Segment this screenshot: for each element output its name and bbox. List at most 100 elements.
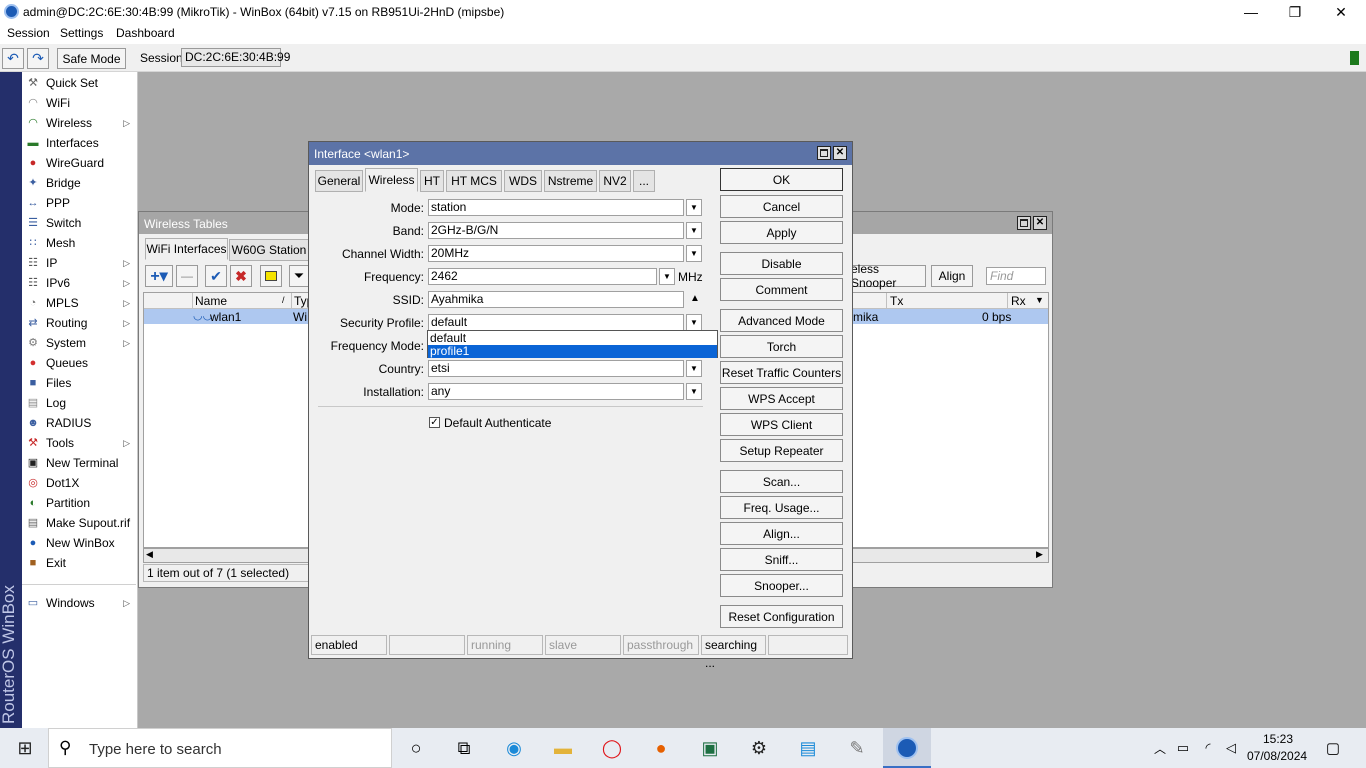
sidebar-item-bridge[interactable]: ✦ Bridge bbox=[22, 173, 136, 193]
tab-nv2[interactable]: NV2 bbox=[599, 170, 631, 192]
installation-field[interactable]: any bbox=[428, 383, 684, 400]
country-field[interactable]: etsi bbox=[428, 360, 684, 377]
security-profile-field[interactable]: default bbox=[428, 314, 684, 331]
undo-icon[interactable]: ↶ bbox=[2, 48, 24, 69]
volume-icon[interactable]: ◁ bbox=[1218, 736, 1244, 760]
column-rx[interactable]: Rx bbox=[1007, 293, 1033, 309]
snooper-button[interactable]: Snooper... bbox=[720, 574, 843, 597]
tab-wds[interactable]: WDS bbox=[504, 170, 542, 192]
enable-icon[interactable]: ✔ bbox=[205, 265, 227, 287]
sidebar-item-queues[interactable]: ● Queues bbox=[22, 353, 136, 373]
sidebar-item-mpls[interactable]: ◔ MPLS ▷ bbox=[22, 293, 136, 313]
cancel-button[interactable]: Cancel bbox=[720, 195, 843, 218]
sidebar-item-ppp[interactable]: ↔ PPP bbox=[22, 193, 136, 213]
remote-desktop-icon[interactable]: ▤ bbox=[795, 736, 821, 760]
apply-button[interactable]: Apply bbox=[720, 221, 843, 244]
clock-date[interactable]: 07/08/2024 bbox=[1247, 749, 1307, 763]
sidebar-item-ipv6[interactable]: ☷ IPv6 ▷ bbox=[22, 273, 136, 293]
clock-time[interactable]: 15:23 bbox=[1263, 732, 1293, 746]
freq-usage-button[interactable]: Freq. Usage... bbox=[720, 496, 843, 519]
sidebar-item-wireless[interactable]: ◠ Wireless ▷ bbox=[22, 113, 136, 133]
sidebar-item-windows[interactable]: ▭ Windows ▷ bbox=[22, 593, 136, 613]
winbox-taskbar-button[interactable] bbox=[883, 728, 931, 768]
notifications-icon[interactable]: ▢ bbox=[1320, 736, 1346, 760]
sidebar-item-mesh[interactable]: ∷ Mesh bbox=[22, 233, 136, 253]
file-explorer-icon[interactable]: ▬ bbox=[550, 736, 576, 760]
sidebar-item-make-supout-rif[interactable]: ▤ Make Supout.rif bbox=[22, 513, 136, 533]
edge-icon[interactable]: ◉ bbox=[501, 736, 527, 760]
installation-dropdown-icon[interactable]: ▼ bbox=[686, 383, 702, 400]
country-dropdown-icon[interactable]: ▼ bbox=[686, 360, 702, 377]
sidebar-item-wifi[interactable]: ◠ WiFi bbox=[22, 93, 136, 113]
band-field[interactable]: 2GHz-B/G/N bbox=[428, 222, 684, 239]
scroll-left-icon[interactable]: ◀ bbox=[146, 549, 153, 560]
sidebar-item-tools[interactable]: ⚒ Tools ▷ bbox=[22, 433, 136, 453]
scan-button[interactable]: Scan... bbox=[720, 470, 843, 493]
sidebar-item-new-winbox[interactable]: ● New WinBox bbox=[22, 533, 136, 553]
tab-wifi-interfaces[interactable]: WiFi Interfaces bbox=[145, 238, 228, 260]
setup-repeater-button[interactable]: Setup Repeater bbox=[720, 439, 843, 462]
sidebar-item-files[interactable]: ■ Files bbox=[22, 373, 136, 393]
opera-icon[interactable]: ◯ bbox=[599, 736, 625, 760]
tab-more[interactable]: ... bbox=[633, 170, 655, 192]
sidebar-item-system[interactable]: ⚙ System ▷ bbox=[22, 333, 136, 353]
align-button[interactable]: Align bbox=[931, 265, 973, 287]
safe-mode-button[interactable]: Safe Mode bbox=[57, 48, 126, 69]
wireless-tables-close-icon[interactable]: ✕ bbox=[1033, 216, 1047, 230]
sidebar-item-log[interactable]: ▤ Log bbox=[22, 393, 136, 413]
taskbar-search-box[interactable]: ⚲ Type here to search bbox=[48, 728, 392, 768]
wireless-tables-maximize-icon[interactable] bbox=[1017, 216, 1031, 230]
frequency-field[interactable]: 2462 bbox=[428, 268, 657, 285]
security-profile-dropdown-icon[interactable]: ▼ bbox=[686, 314, 702, 331]
windows-start-icon[interactable]: ⊞ bbox=[12, 736, 38, 760]
tab-nstreme[interactable]: Nstreme bbox=[544, 170, 597, 192]
close-button[interactable]: ✕ bbox=[1318, 0, 1364, 24]
wireless-snooper-button[interactable]: eless Snooper bbox=[848, 262, 926, 290]
dialog-close-icon[interactable]: ✕ bbox=[833, 146, 847, 160]
channel-width-field[interactable]: 20MHz bbox=[428, 245, 684, 262]
mode-dropdown-icon[interactable]: ▼ bbox=[686, 199, 702, 216]
disable-icon[interactable]: ✖ bbox=[230, 265, 252, 287]
ssid-collapse-icon[interactable]: ▲ bbox=[690, 293, 700, 304]
sidebar-item-radius[interactable]: ☻ RADIUS bbox=[22, 413, 136, 433]
torch-button[interactable]: Torch bbox=[720, 335, 843, 358]
tab-general[interactable]: General bbox=[315, 170, 363, 192]
disable-button[interactable]: Disable bbox=[720, 252, 843, 275]
mode-field[interactable]: station bbox=[428, 199, 684, 216]
band-dropdown-icon[interactable]: ▼ bbox=[686, 222, 702, 239]
align-dialog-button[interactable]: Align... bbox=[720, 522, 843, 545]
maximize-button[interactable]: ❐ bbox=[1272, 0, 1318, 24]
channel-width-dropdown-icon[interactable]: ▼ bbox=[686, 245, 702, 262]
sidebar-item-ip[interactable]: ☷ IP ▷ bbox=[22, 253, 136, 273]
column-name[interactable]: Name bbox=[192, 293, 290, 309]
scroll-right-icon[interactable]: ▶ bbox=[1036, 549, 1043, 560]
wps-client-button[interactable]: WPS Client bbox=[720, 413, 843, 436]
tab-wireless[interactable]: Wireless bbox=[365, 168, 418, 192]
sidebar-item-switch[interactable]: ☰ Switch bbox=[22, 213, 136, 233]
tab-ht-mcs[interactable]: HT MCS bbox=[446, 170, 502, 192]
frequency-dropdown-icon[interactable]: ▼ bbox=[659, 268, 675, 285]
comment-icon[interactable] bbox=[260, 265, 282, 287]
option-profile1[interactable]: profile1 bbox=[428, 345, 717, 358]
default-authenticate-checkbox[interactable]: ✓ bbox=[429, 417, 440, 428]
columns-dropdown-icon[interactable]: ▼ bbox=[1035, 295, 1044, 305]
interface-dialog-titlebar[interactable]: Interface <wlan1> ✕ bbox=[309, 142, 852, 165]
filter-icon[interactable]: ⏷ bbox=[289, 265, 309, 287]
sidebar-item-interfaces[interactable]: ▬ Interfaces bbox=[22, 133, 136, 153]
add-icon[interactable]: +▾ bbox=[145, 265, 173, 287]
menu-dashboard[interactable]: Dashboard bbox=[116, 26, 175, 40]
sidebar-item-new-terminal[interactable]: ▣ New Terminal bbox=[22, 453, 136, 473]
firefox-icon[interactable]: ● bbox=[648, 736, 674, 760]
cortana-icon[interactable]: ○ bbox=[403, 736, 429, 760]
task-view-icon[interactable]: ⧉ bbox=[451, 736, 477, 760]
sidebar-item-dot1x[interactable]: ◎ Dot1X bbox=[22, 473, 136, 493]
tab-ht[interactable]: HT bbox=[420, 170, 444, 192]
sidebar-item-exit[interactable]: ■ Exit bbox=[22, 553, 136, 573]
excel-icon[interactable]: ▣ bbox=[697, 736, 723, 760]
redo-icon[interactable]: ↷ bbox=[27, 48, 49, 69]
battery-icon[interactable]: ▭ bbox=[1170, 736, 1196, 760]
tab-w60g-station[interactable]: W60G Station bbox=[229, 239, 309, 261]
dialog-maximize-icon[interactable] bbox=[817, 146, 831, 160]
ok-button[interactable]: OK bbox=[720, 168, 843, 191]
find-input[interactable]: Find bbox=[986, 267, 1046, 285]
